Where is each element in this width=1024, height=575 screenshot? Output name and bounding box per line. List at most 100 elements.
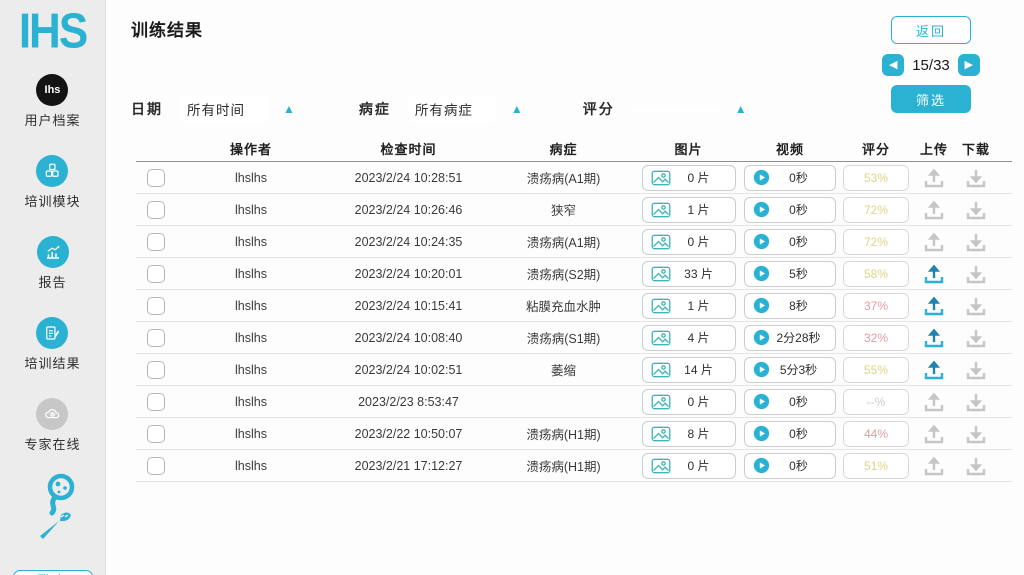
upload-icon[interactable] [921, 165, 947, 191]
upload-icon[interactable] [921, 453, 947, 479]
images-button[interactable]: 4 片 [642, 325, 736, 351]
images-button[interactable]: 0 片 [642, 389, 736, 415]
prev-page-icon[interactable]: ◀ [882, 54, 904, 76]
sidebar-item-training-results[interactable]: 培训结果 [24, 317, 80, 372]
video-button[interactable]: 0秒 [744, 453, 836, 479]
row-checkbox[interactable] [147, 233, 165, 251]
image-icon [651, 362, 671, 378]
play-icon [753, 169, 770, 186]
score-badge: 37% [843, 293, 909, 319]
images-button[interactable]: 14 片 [642, 357, 736, 383]
image-icon [651, 426, 671, 442]
download-icon[interactable] [963, 357, 989, 383]
score-badge: 72% [843, 229, 909, 255]
pagination: ◀ 15/33 ▶ [876, 54, 986, 76]
upload-icon[interactable] [921, 261, 947, 287]
table-row: lhslhs 2023/2/24 10:08:40 溃疡病(S1期) 4 片 [136, 322, 1012, 354]
date-filter-select[interactable]: 所有时间 ▲ [181, 96, 295, 122]
images-button[interactable]: 8 片 [642, 421, 736, 447]
play-icon [753, 361, 770, 378]
disease-cell: 粘膜充血水肿 [491, 296, 636, 315]
score-filter: 评分 ▲ [583, 99, 747, 119]
disease-filter-select[interactable]: 所有病症 ▲ [409, 96, 523, 122]
main-content: 训练结果 返回 ◀ 15/33 ▶ 筛选 日期 所有时间 ▲ 病症 [107, 0, 1024, 575]
upload-icon[interactable] [921, 389, 947, 415]
images-button[interactable]: 0 片 [642, 453, 736, 479]
check-time-cell: 2023/2/24 10:24:35 [326, 235, 491, 249]
operator-cell: lhslhs [176, 299, 326, 313]
chart-icon [37, 236, 69, 268]
back-button[interactable]: 返回 [891, 16, 971, 44]
operator-cell: lhslhs [176, 235, 326, 249]
download-icon[interactable] [963, 453, 989, 479]
sidebar-item-expert-online[interactable]: 专家在线 [24, 398, 80, 453]
upload-icon[interactable] [921, 293, 947, 319]
operator-cell: lhslhs [176, 267, 326, 281]
video-button[interactable]: 0秒 [744, 421, 836, 447]
row-checkbox[interactable] [147, 265, 165, 283]
page-title: 训练结果 [131, 16, 203, 41]
col-operator: 操作者 [176, 139, 326, 158]
page-indicator: 15/33 [912, 57, 950, 74]
check-time-cell: 2023/2/23 8:53:47 [326, 395, 491, 409]
video-button[interactable]: 8秒 [744, 293, 836, 319]
col-disease: 病症 [491, 139, 636, 158]
download-icon[interactable] [963, 261, 989, 287]
download-icon[interactable] [963, 389, 989, 415]
images-button[interactable]: 33 片 [642, 261, 736, 287]
score-filter-select[interactable]: ▲ [633, 102, 747, 116]
play-icon [753, 329, 770, 346]
filter-button[interactable]: 筛选 [891, 85, 971, 113]
images-button[interactable]: 1 片 [642, 293, 736, 319]
play-icon [753, 425, 770, 442]
check-time-cell: 2023/2/21 17:12:27 [326, 459, 491, 473]
upload-icon[interactable] [921, 421, 947, 447]
video-button[interactable]: 0秒 [744, 197, 836, 223]
table-row: lhslhs 2023/2/22 10:50:07 溃疡病(H1期) 8 片 [136, 418, 1012, 450]
check-time-cell: 2023/2/24 10:15:41 [326, 299, 491, 313]
images-button[interactable]: 1 片 [642, 197, 736, 223]
logout-button[interactable]: 登出 [13, 570, 93, 575]
download-icon[interactable] [963, 421, 989, 447]
disease-cell: 溃疡病(A1期) [491, 232, 636, 251]
row-checkbox[interactable] [147, 169, 165, 187]
score-filter-label: 评分 [583, 99, 615, 119]
sidebar-item-report[interactable]: 报告 [37, 236, 69, 291]
download-icon[interactable] [963, 325, 989, 351]
check-time-cell: 2023/2/24 10:08:40 [326, 331, 491, 345]
download-icon[interactable] [963, 165, 989, 191]
images-button[interactable]: 0 片 [642, 229, 736, 255]
upload-icon[interactable] [921, 197, 947, 223]
row-checkbox[interactable] [147, 457, 165, 475]
upload-icon[interactable] [921, 325, 947, 351]
image-icon [651, 394, 671, 410]
check-time-cell: 2023/2/22 10:50:07 [326, 427, 491, 441]
download-icon[interactable] [963, 197, 989, 223]
col-images: 图片 [636, 139, 741, 158]
video-button[interactable]: 0秒 [744, 389, 836, 415]
upload-icon[interactable] [921, 229, 947, 255]
sidebar-item-user-profile[interactable]: Ihs 用户档案 [24, 74, 80, 129]
download-icon[interactable] [963, 293, 989, 319]
row-checkbox[interactable] [147, 201, 165, 219]
endoscope-icon [25, 471, 81, 548]
row-checkbox[interactable] [147, 393, 165, 411]
row-checkbox[interactable] [147, 297, 165, 315]
next-page-icon[interactable]: ▶ [958, 54, 980, 76]
download-icon[interactable] [963, 229, 989, 255]
video-button[interactable]: 0秒 [744, 229, 836, 255]
upload-icon[interactable] [921, 357, 947, 383]
cloud-icon [36, 398, 68, 430]
row-checkbox[interactable] [147, 425, 165, 443]
sidebar-item-label: 专家在线 [24, 434, 80, 453]
table-row: lhslhs 2023/2/24 10:20:01 溃疡病(S2期) 33 片 [136, 258, 1012, 290]
video-button[interactable]: 5分3秒 [744, 357, 836, 383]
row-checkbox[interactable] [147, 361, 165, 379]
video-button[interactable]: 0秒 [744, 165, 836, 191]
disease-filter: 病症 所有病症 ▲ [359, 96, 523, 122]
row-checkbox[interactable] [147, 329, 165, 347]
sidebar-item-training-module[interactable]: 培训模块 [24, 155, 80, 210]
video-button[interactable]: 2分28秒 [744, 325, 836, 351]
images-button[interactable]: 0 片 [642, 165, 736, 191]
video-button[interactable]: 5秒 [744, 261, 836, 287]
